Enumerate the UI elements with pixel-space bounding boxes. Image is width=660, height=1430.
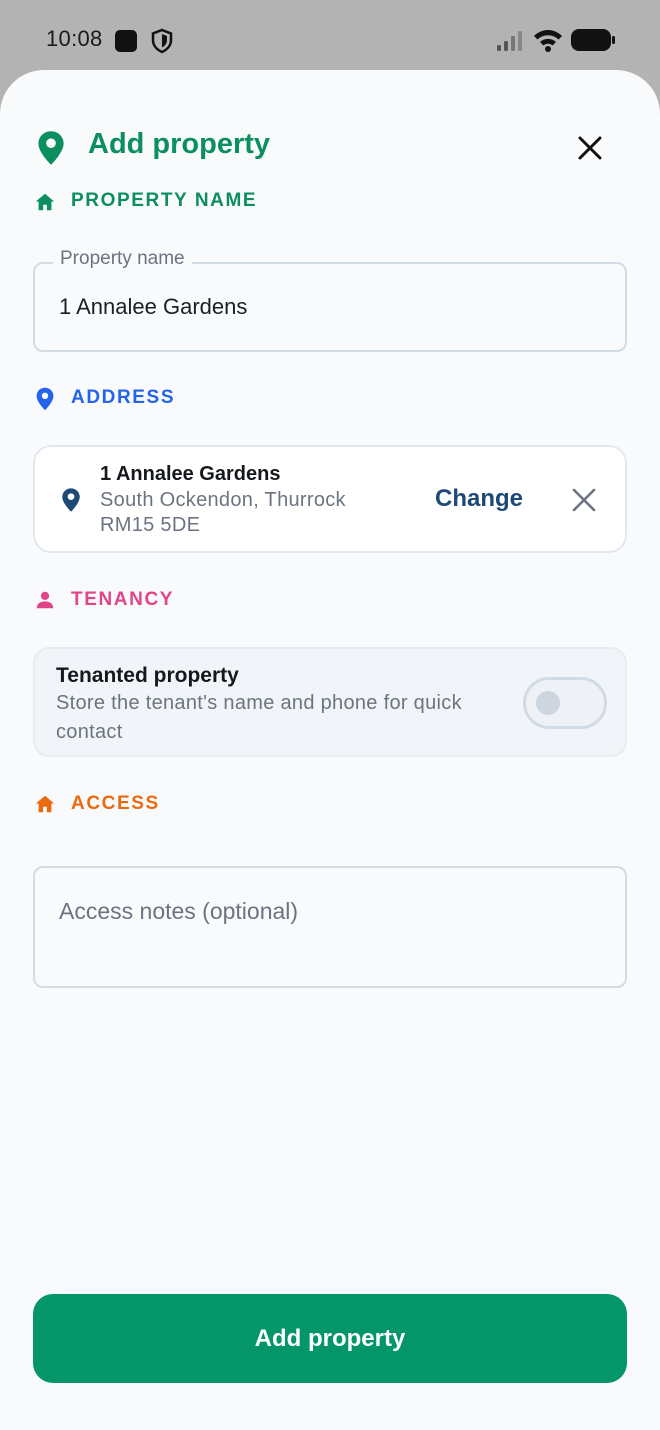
page-title: Add property <box>88 128 271 160</box>
property-name-value[interactable]: 1 Annalee Gardens <box>59 294 247 320</box>
add-property-button[interactable]: Add property <box>33 1294 627 1383</box>
status-time: 10:08 <box>46 26 103 51</box>
wifi-icon <box>534 30 562 52</box>
property-name-field-label: Property name <box>53 248 192 270</box>
map-pin-icon <box>36 387 54 411</box>
section-label-tenancy: TENANCY <box>71 589 175 610</box>
tenanted-toggle[interactable] <box>523 677 607 729</box>
notification-app-icon <box>115 30 137 52</box>
access-notes-input[interactable]: Access notes (optional) <box>33 866 627 988</box>
map-pin-icon <box>38 131 64 165</box>
shield-icon <box>151 28 173 54</box>
close-icon[interactable] <box>569 485 599 515</box>
section-label-property-name: PROPERTY NAME <box>71 190 258 211</box>
section-label-address: ADDRESS <box>71 387 176 408</box>
property-name-field[interactable]: Property name 1 Annalee Gardens <box>33 248 627 352</box>
tenancy-card: Tenanted property Store the tenant's nam… <box>33 647 627 757</box>
access-notes-placeholder: Access notes (optional) <box>59 898 299 924</box>
toggle-knob <box>536 691 560 715</box>
add-property-sheet: Add property PROPERTY NAME Property name… <box>0 70 660 1430</box>
battery-icon <box>571 29 615 51</box>
home-icon <box>35 795 55 813</box>
tenancy-description: Store the tenant's name and phone for qu… <box>56 692 462 743</box>
address-postcode: RM15 5DE <box>100 514 201 536</box>
address-line-1: 1 Annalee Gardens <box>100 463 281 485</box>
address-line-2: South Ockendon, Thurrock <box>100 489 346 511</box>
change-address-button[interactable]: Change <box>435 485 523 513</box>
tenancy-title: Tenanted property <box>56 664 239 687</box>
section-label-access: ACCESS <box>71 793 160 814</box>
cellular-signal-icon <box>497 31 522 51</box>
address-card: 1 Annalee Gardens South Ockendon, Thurro… <box>33 445 627 553</box>
person-icon <box>36 591 54 609</box>
map-pin-icon <box>62 488 80 512</box>
close-icon[interactable] <box>568 126 612 170</box>
status-bar: 10:08 <box>0 0 660 80</box>
home-icon <box>35 193 55 211</box>
